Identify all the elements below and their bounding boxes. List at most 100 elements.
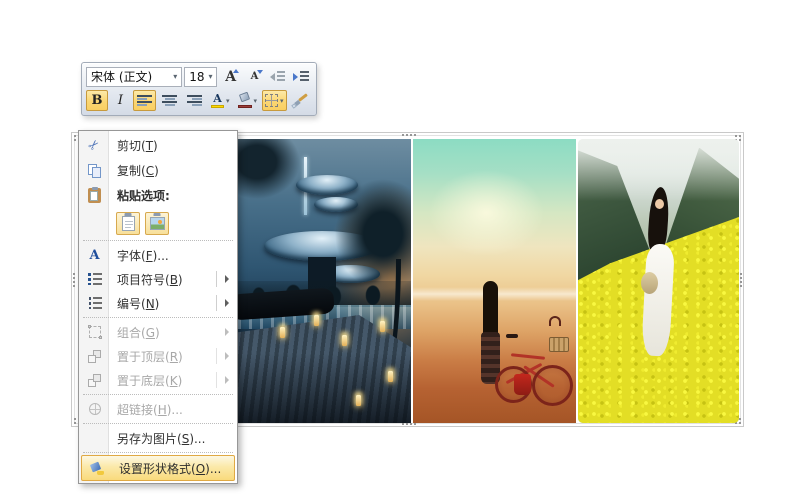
paste-as-picture-button[interactable]	[145, 211, 169, 235]
scissors-icon: ✂	[85, 136, 104, 155]
bicycle-wheel	[531, 364, 573, 406]
submenu-arrow-icon	[225, 352, 229, 360]
menu-item-send-to-back[interactable]: 置于底层(K)	[80, 368, 236, 392]
bold-button[interactable]: B	[86, 90, 108, 111]
submenu-arrow-icon	[225, 376, 229, 384]
resize-handle-top-right[interactable]	[735, 135, 737, 137]
chevron-down-icon[interactable]: ▾	[169, 72, 181, 81]
menu-item-save-as-picture[interactable]: 另存为图片(S)...	[80, 426, 236, 450]
girl-silhouette	[483, 281, 499, 336]
borders-button[interactable]: ▾	[262, 90, 287, 111]
shape-fill-icon	[237, 91, 252, 108]
candle	[356, 395, 361, 406]
menu-item-group[interactable]: 组合(G)	[80, 320, 236, 344]
menu-item-numbering[interactable]: 编号(N)	[80, 291, 236, 315]
app-canvas: ✂ 剪切(T) 复制(C) 粘贴选项: A 字体(F)... 项目符号(B) 编…	[0, 0, 800, 496]
paste-as-picture-icon	[149, 216, 165, 230]
paste-keep-source-icon	[121, 215, 135, 231]
font-size-combo[interactable]: 18 ▾	[184, 66, 218, 87]
chevron-down-icon[interactable]: ▾	[254, 97, 258, 105]
chevron-down-icon[interactable]: ▾	[280, 97, 284, 105]
shrink-font-button[interactable]: A	[244, 66, 265, 87]
shape-fill-button[interactable]: ▾	[235, 90, 261, 111]
promote-list-level-button[interactable]	[267, 66, 289, 87]
menu-item-copy[interactable]: 复制(C)	[80, 158, 236, 183]
group-icon	[80, 325, 109, 339]
mini-toolbar-row-font: 宋体 (正文) ▾ 18 ▾ A A	[86, 66, 312, 87]
menu-separator	[83, 240, 233, 241]
menu-separator	[83, 423, 233, 424]
split-divider	[216, 271, 217, 287]
demote-list-level-button[interactable]	[290, 66, 312, 87]
menu-item-cut[interactable]: ✂ 剪切(T)	[80, 133, 236, 158]
menu-item-bring-to-front[interactable]: 置于顶层(R)	[80, 344, 236, 368]
split-divider	[216, 348, 217, 364]
hyperlink-icon	[80, 403, 109, 415]
font-color-button[interactable]: A ▾	[208, 90, 233, 111]
photo-ocean-resort[interactable]	[238, 139, 411, 423]
resize-handle-bottom-left[interactable]	[74, 418, 76, 420]
send-to-back-icon	[80, 373, 109, 387]
paste-keep-source-button[interactable]	[116, 211, 140, 235]
borders-icon	[265, 94, 279, 107]
format-shape-icon	[82, 461, 111, 475]
copy-icon	[80, 163, 109, 178]
align-center-button[interactable]	[158, 90, 181, 111]
candle	[380, 321, 385, 332]
resize-handle-top[interactable]	[402, 134, 416, 136]
boardwalk-shadow	[238, 353, 411, 423]
photo-beach-bicycle[interactable]	[413, 139, 576, 423]
menu-item-hyperlink[interactable]: 超链接(H)...	[80, 397, 236, 421]
format-painter-button[interactable]	[289, 90, 311, 111]
resize-handle-top-left[interactable]	[74, 135, 76, 137]
bring-to-front-icon	[80, 349, 109, 363]
italic-button[interactable]: I	[110, 90, 131, 111]
bicycle-handlebar	[549, 316, 562, 327]
resize-handle-right[interactable]	[740, 273, 742, 287]
paste-options-row	[80, 208, 236, 238]
submenu-arrow-icon	[225, 275, 229, 283]
menu-item-bullets[interactable]: 项目符号(B)	[80, 267, 236, 291]
align-left-icon	[137, 95, 152, 106]
chevron-down-icon[interactable]: ▾	[204, 72, 216, 81]
photo-flower-field[interactable]	[578, 139, 739, 423]
demote-list-icon	[293, 71, 309, 82]
promote-list-icon	[269, 71, 286, 82]
mini-toolbar-row-format: B I A ▾ ▾ ▾	[86, 90, 312, 111]
candle	[314, 315, 319, 326]
resize-handle-left[interactable]	[73, 273, 75, 287]
align-center-icon	[162, 95, 177, 106]
red-bag	[514, 373, 532, 395]
align-right-icon	[187, 95, 202, 106]
menu-item-font[interactable]: A 字体(F)...	[80, 243, 236, 267]
menu-item-format-shape[interactable]: 设置形状格式(O)...	[81, 455, 235, 481]
font-color-icon: A	[211, 93, 224, 108]
bicycle-frame	[510, 352, 545, 360]
submenu-arrow-icon	[225, 299, 229, 307]
menu-separator	[83, 317, 233, 318]
bicycle-seat	[505, 333, 518, 338]
context-menu: ✂ 剪切(T) 复制(C) 粘贴选项: A 字体(F)... 项目符号(B) 编…	[78, 130, 238, 484]
menu-separator	[83, 452, 233, 453]
grow-font-icon	[232, 69, 239, 73]
menu-item-paste-options: 粘贴选项:	[80, 183, 236, 208]
font-name-combo[interactable]: 宋体 (正文) ▾	[86, 66, 183, 87]
submenu-arrow-icon	[225, 328, 229, 336]
numbering-icon	[80, 297, 109, 309]
format-painter-icon	[290, 92, 308, 109]
mini-toolbar: 宋体 (正文) ▾ 18 ▾ A A B I A ▾ ▾ ▾	[81, 62, 317, 116]
chevron-down-icon[interactable]: ▾	[226, 97, 230, 105]
align-left-button[interactable]	[133, 90, 156, 111]
candle	[388, 371, 393, 382]
woman-face	[655, 198, 665, 209]
grow-font-button[interactable]: A	[219, 66, 241, 87]
saucer-building	[296, 175, 358, 195]
split-divider	[216, 372, 217, 388]
resize-handle-bottom[interactable]	[402, 423, 416, 425]
candle	[280, 327, 285, 338]
bicycle-basket	[549, 337, 570, 352]
palm-silhouette	[238, 139, 300, 199]
split-divider	[216, 295, 217, 311]
font-a-icon: A	[89, 247, 100, 263]
align-right-button[interactable]	[183, 90, 206, 111]
